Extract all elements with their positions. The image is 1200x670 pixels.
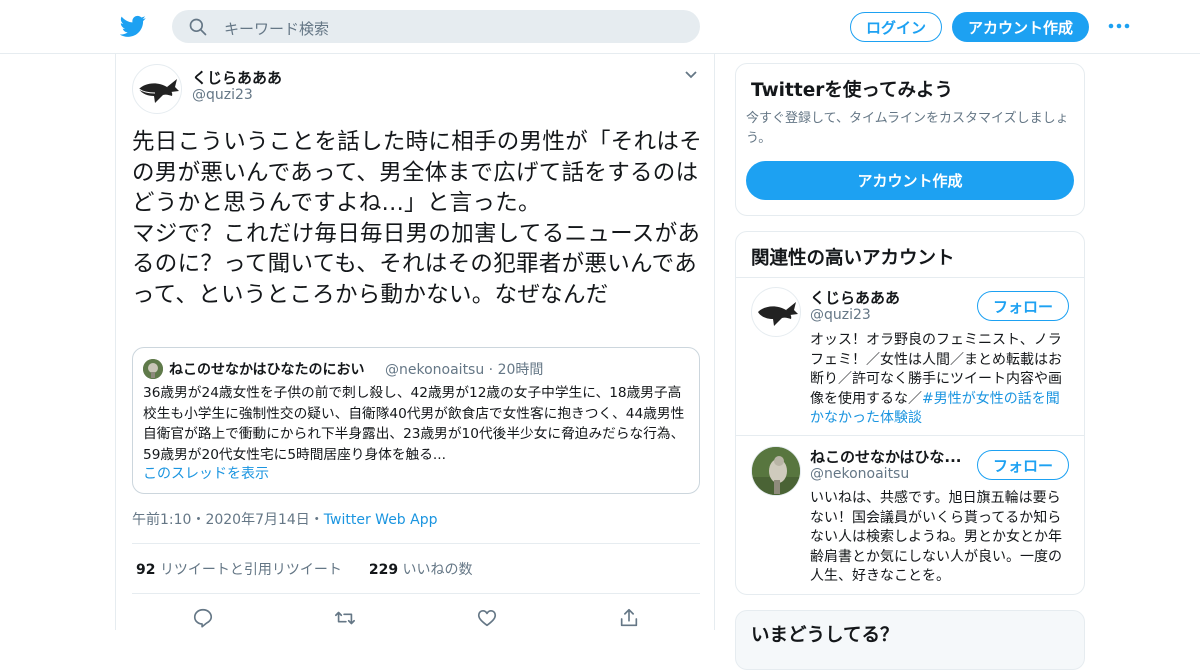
follow-button[interactable]: フォロー xyxy=(977,291,1069,321)
divider xyxy=(132,593,700,594)
quote-author-handle: @nekonoaitsu xyxy=(385,362,485,378)
quote-avatar xyxy=(143,359,163,379)
trends-card: いまどうしてる？ xyxy=(735,610,1085,670)
twitter-bird-icon[interactable] xyxy=(120,13,146,39)
source-app[interactable]: Twitter Web App xyxy=(324,512,438,528)
divider xyxy=(736,435,1084,436)
show-thread-link[interactable]: このスレッドを表示 xyxy=(143,463,269,483)
chevron-down-icon[interactable] xyxy=(684,70,698,80)
tweet-timestamp[interactable]: 午前1:10・2020年7月14日 xyxy=(132,512,310,528)
divider xyxy=(132,543,700,544)
sidebar-signup-button[interactable]: アカウント作成 xyxy=(746,161,1074,200)
retweet-label: リツイートと引用リツイート xyxy=(159,562,342,578)
retweet-count: 92 xyxy=(136,562,156,578)
like-icon[interactable] xyxy=(476,607,498,629)
reply-icon[interactable] xyxy=(192,607,214,629)
account-handle: @quzi23 xyxy=(810,307,871,323)
tweet-panel: くじらあああ @quzi23 先日こういうことを話した時に相手の男性が「それはそ… xyxy=(115,54,715,630)
quoted-tweet[interactable]: ねこのせなかはひなたのにおい @nekonoaitsu · 20時間 36歳男が… xyxy=(132,347,700,494)
account-bio: オッス！オラ野良のフェミニスト、ノラフェミ！／女性は人間／まとめ転載はお断り／許… xyxy=(810,331,1072,429)
signup-button[interactable]: アカウント作成 xyxy=(952,12,1089,42)
follow-button[interactable]: フォロー xyxy=(977,450,1069,480)
account-bio: いいねは、共感です。旭日旗五輪は要らない！国会議員がいくら貰ってるか知らない人は… xyxy=(810,490,1062,584)
like-stat[interactable]: 229 いいねの数 xyxy=(369,562,473,578)
retweet-icon[interactable] xyxy=(334,607,356,629)
quote-time: 20時間 xyxy=(497,362,544,378)
account-name[interactable]: ねこのせなかはひな... xyxy=(810,446,962,467)
divider xyxy=(736,277,1084,278)
whale-avatar-icon xyxy=(138,79,179,103)
related-accounts-card: 関連性の高いアカウント くじらあああ @quzi23 フォロー オッス！オラ野良… xyxy=(735,231,1085,595)
whale-avatar-icon xyxy=(758,302,798,326)
top-bar: キーワード検索 ログイン アカウント作成 xyxy=(0,0,1200,54)
signup-card-subtitle: 今すぐ登録して、タイムラインをカスタマイズしましょう。 xyxy=(746,111,1069,146)
tweet-meta: 午前1:10・2020年7月14日・Twitter Web App xyxy=(132,509,438,529)
like-label: いいねの数 xyxy=(402,562,473,578)
search-placeholder[interactable]: キーワード検索 xyxy=(224,18,329,39)
tweet-stats: 92 リツイートと引用リツイート 229 いいねの数 xyxy=(136,559,473,579)
author-handle[interactable]: @quzi23 xyxy=(192,87,253,103)
signup-card-title: Twitterを使ってみよう xyxy=(751,80,953,101)
bird-photo-icon xyxy=(752,447,800,495)
search-bar[interactable]: キーワード検索 xyxy=(172,10,700,43)
search-icon xyxy=(189,18,207,36)
related-accounts-title: 関連性の高いアカウント xyxy=(751,248,955,269)
separator-dot: ・ xyxy=(309,512,324,528)
author-avatar[interactable] xyxy=(132,64,182,114)
bird-photo-icon xyxy=(143,359,163,379)
trends-card-title: いまどうしてる？ xyxy=(751,625,899,646)
more-dots-icon[interactable] xyxy=(1107,18,1131,34)
login-button[interactable]: ログイン xyxy=(850,12,942,42)
account-avatar[interactable] xyxy=(751,446,801,496)
quote-author-meta: @nekonoaitsu · 20時間 xyxy=(385,359,543,379)
retweet-stat[interactable]: 92 リツイートと引用リツイート xyxy=(136,562,342,578)
tweet-text: 先日こういうことを話した時に相手の男性が「それはその男が悪いんであって、男全体ま… xyxy=(132,129,703,308)
like-count: 229 xyxy=(368,562,399,578)
quote-author-name: ねこのせなかはひなたのにおい xyxy=(169,362,365,378)
separator-dot: · xyxy=(484,362,498,378)
share-icon[interactable] xyxy=(618,607,640,629)
signup-card: Twitterを使ってみよう 今すぐ登録して、タイムラインをカスタマイズしましょ… xyxy=(735,63,1085,216)
author-name[interactable]: くじらあああ xyxy=(192,67,282,88)
account-handle: @nekonoaitsu xyxy=(810,466,910,482)
quote-text: 36歳男が24歳女性を子供の前で刺し殺し、42歳男が12歳の女子中学生に、18歳… xyxy=(143,385,685,463)
account-avatar[interactable] xyxy=(751,287,801,337)
account-name[interactable]: くじらあああ xyxy=(810,287,900,308)
